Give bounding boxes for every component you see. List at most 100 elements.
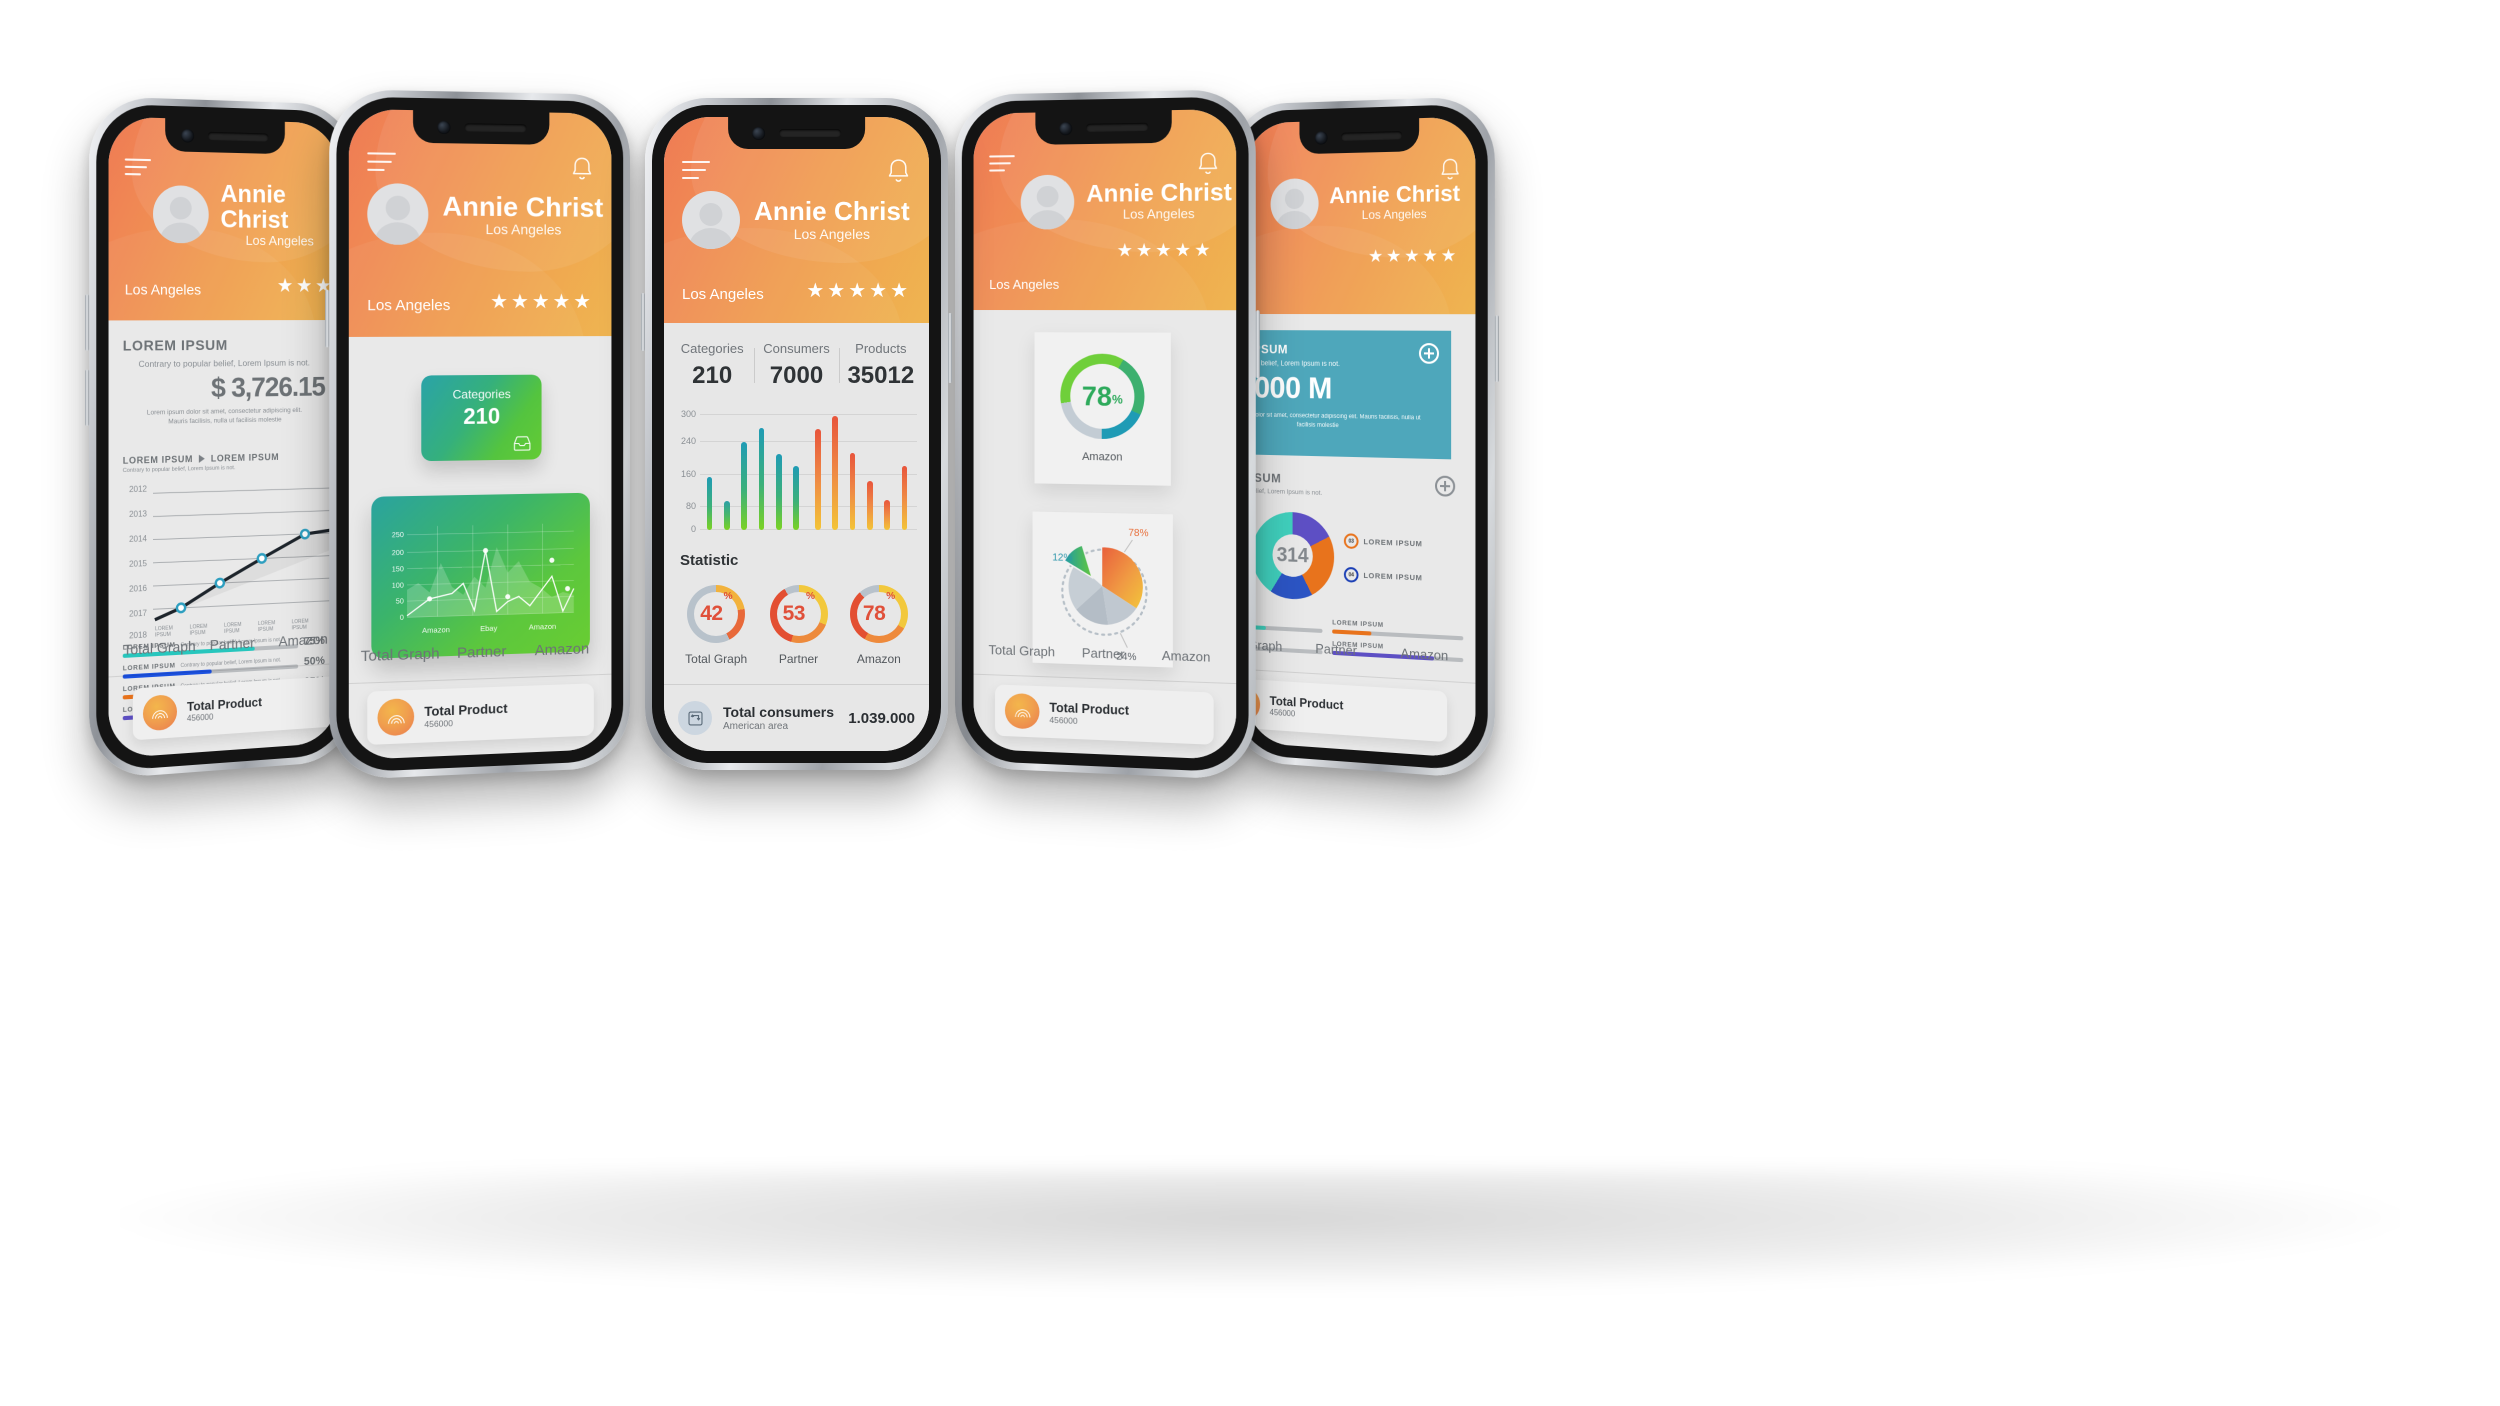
svg-text:50: 50 bbox=[396, 598, 404, 606]
svg-text:200: 200 bbox=[392, 549, 404, 557]
total-consumers-amount: 1.039.000 bbox=[848, 709, 915, 727]
power-button[interactable] bbox=[1494, 315, 1499, 383]
lorem-sub: Contrary to popular belief, Lorem Ipsum … bbox=[138, 357, 310, 370]
gauge-amazon: 78% Amazon bbox=[849, 585, 908, 666]
power-button[interactable] bbox=[1255, 310, 1260, 379]
lorem-body: Lorem ipsum dolor sit amet, consectetur … bbox=[146, 406, 303, 426]
area-chart-card[interactable]: 250 200 150 100 50 0 Amazon Ebay Amazon bbox=[371, 492, 590, 659]
stat-value: 210 bbox=[692, 362, 733, 389]
tab-partner[interactable]: Partner bbox=[1293, 640, 1380, 660]
legend-item-03[interactable]: 03 LOREM IPSUM bbox=[1343, 533, 1465, 553]
y-tick-80: 80 bbox=[685, 501, 696, 511]
progress-label: LOREM IPSUM bbox=[122, 662, 176, 673]
total-consumers-row[interactable]: Total consumers American area 1.039.000 bbox=[678, 701, 915, 735]
bar-10 bbox=[867, 480, 873, 530]
stat-strip: Categories 210 Consumers 7000 Products 3… bbox=[664, 323, 929, 396]
bar-1 bbox=[706, 477, 713, 530]
tab-amazon[interactable]: Amazon bbox=[522, 640, 602, 660]
earpiece-speaker bbox=[1341, 131, 1403, 141]
tab-amazon[interactable]: Amazon bbox=[1144, 647, 1227, 665]
volume-buttons[interactable] bbox=[85, 294, 90, 351]
tab-total-graph[interactable]: Total Graph bbox=[981, 642, 1062, 660]
legend-badge: 03 bbox=[1343, 533, 1359, 550]
gauge-partner: 53% Partner bbox=[769, 585, 828, 666]
front-camera-icon bbox=[751, 126, 765, 140]
notch-3 bbox=[727, 117, 866, 149]
bell-icon[interactable] bbox=[886, 157, 911, 184]
phone-4: Annie Christ Los Angeles Los Angeles ★★★… bbox=[955, 89, 1260, 781]
gauge-caption: Amazon bbox=[1082, 450, 1123, 464]
mockup-stage: Annie Christ Los Angeles Los Angeles ★★★… bbox=[0, 0, 2500, 1406]
gauge-value: 78 bbox=[1081, 380, 1112, 412]
year-label: 2014 bbox=[129, 533, 147, 544]
year-label: 2013 bbox=[129, 509, 147, 519]
total-product-card-5[interactable]: Total Product 456000 bbox=[1245, 677, 1448, 743]
x-tick-label: LOREM IPSUM bbox=[155, 625, 173, 639]
bar-11 bbox=[884, 500, 891, 530]
plus-circle-icon[interactable] bbox=[1418, 343, 1440, 364]
gauge-caption: Amazon bbox=[856, 652, 901, 666]
tab-partner[interactable]: Partner bbox=[441, 643, 522, 663]
card-label: Categories bbox=[452, 386, 511, 402]
avatar bbox=[1020, 174, 1075, 230]
tab-amazon[interactable]: Amazon bbox=[268, 630, 338, 650]
hamburger-icon[interactable] bbox=[989, 155, 1015, 172]
card-value: 210 bbox=[463, 403, 501, 430]
gauge-unit: % bbox=[805, 590, 815, 602]
power-button[interactable] bbox=[948, 313, 952, 383]
year-label: 2016 bbox=[129, 583, 147, 594]
total-product-icon bbox=[142, 694, 178, 732]
blue-card-sub: Contrary to popular belief, Lorem Ipsum … bbox=[1246, 360, 1340, 369]
gauge-value: 53 bbox=[782, 602, 806, 625]
amazon-gauge-card[interactable]: 78% Amazon bbox=[1034, 332, 1171, 486]
year-label: 2017 bbox=[129, 608, 147, 619]
front-camera-icon bbox=[181, 128, 195, 143]
earpiece-speaker bbox=[208, 131, 269, 142]
bar-chart: 300 240 160 80 0 bbox=[670, 409, 917, 534]
profile-row-4: Annie Christ Los Angeles bbox=[1020, 173, 1232, 230]
statistic-title: Statistic bbox=[680, 552, 739, 569]
hamburger-icon[interactable] bbox=[124, 158, 152, 176]
tab-total-graph[interactable]: Total Graph bbox=[359, 645, 441, 665]
hamburger-icon[interactable] bbox=[367, 152, 396, 172]
x-tick-label: LOREM IPSUM bbox=[224, 621, 242, 635]
avatar bbox=[367, 183, 429, 245]
notch-5 bbox=[1299, 118, 1419, 155]
mini-bar-fill bbox=[1332, 629, 1371, 636]
gauge-value: 42 bbox=[700, 602, 723, 625]
tab-partner[interactable]: Partner bbox=[1062, 645, 1144, 663]
legend-label: LOREM IPSUM bbox=[1363, 536, 1423, 549]
blue-stat-card[interactable]: LOREM IPSUM Contrary to popular belief, … bbox=[1245, 329, 1452, 460]
donut-center-value: 314 bbox=[1276, 543, 1309, 567]
profile-row-2: Annie Christ Los Angeles bbox=[367, 183, 603, 246]
volume-buttons[interactable] bbox=[325, 289, 330, 348]
profile-row-3: Annie Christ Los Angeles bbox=[682, 191, 910, 249]
categories-card[interactable]: Categories 210 bbox=[421, 374, 542, 462]
earpiece-speaker bbox=[1085, 122, 1149, 132]
power-button[interactable] bbox=[85, 369, 90, 427]
total-product-card-2[interactable]: Total Product 456000 bbox=[367, 683, 594, 745]
user-city: Los Angeles bbox=[485, 221, 562, 238]
stat-cell-consumers: Consumers 7000 bbox=[754, 341, 838, 390]
user-city: Los Angeles bbox=[793, 225, 871, 242]
bar-12 bbox=[901, 466, 908, 530]
blue-card-body: Lorem ipsum dolor sit amet, consectetur … bbox=[1246, 412, 1421, 430]
legend-item-04[interactable]: 04 LOREM IPSUM bbox=[1343, 566, 1465, 588]
bar-4 bbox=[758, 428, 765, 530]
svg-text:Amazon: Amazon bbox=[529, 622, 556, 632]
mini-bar-row: LOREM IPSUM bbox=[1332, 619, 1464, 641]
phone-5: Annie Christ Los Angeles ★★★★★ LOREM IPS… bbox=[1228, 95, 1499, 780]
hamburger-icon[interactable] bbox=[682, 161, 710, 179]
city-tag: Los Angeles bbox=[989, 276, 1060, 292]
volume-buttons[interactable] bbox=[641, 293, 645, 351]
notch-2 bbox=[413, 110, 550, 145]
city-tag: Los Angeles bbox=[124, 280, 202, 298]
bell-icon[interactable] bbox=[570, 155, 594, 181]
notch-4 bbox=[1035, 110, 1172, 145]
rating-stars: ★★★★★ bbox=[806, 280, 911, 302]
plus-circle-icon[interactable] bbox=[1435, 475, 1456, 497]
phone-1: Annie Christ Los Angeles Los Angeles ★★★… bbox=[85, 95, 356, 780]
total-product-card-4[interactable]: Total Product 456000 bbox=[995, 684, 1214, 745]
earpiece-speaker bbox=[464, 123, 527, 133]
user-city: Los Angeles bbox=[1361, 206, 1427, 222]
